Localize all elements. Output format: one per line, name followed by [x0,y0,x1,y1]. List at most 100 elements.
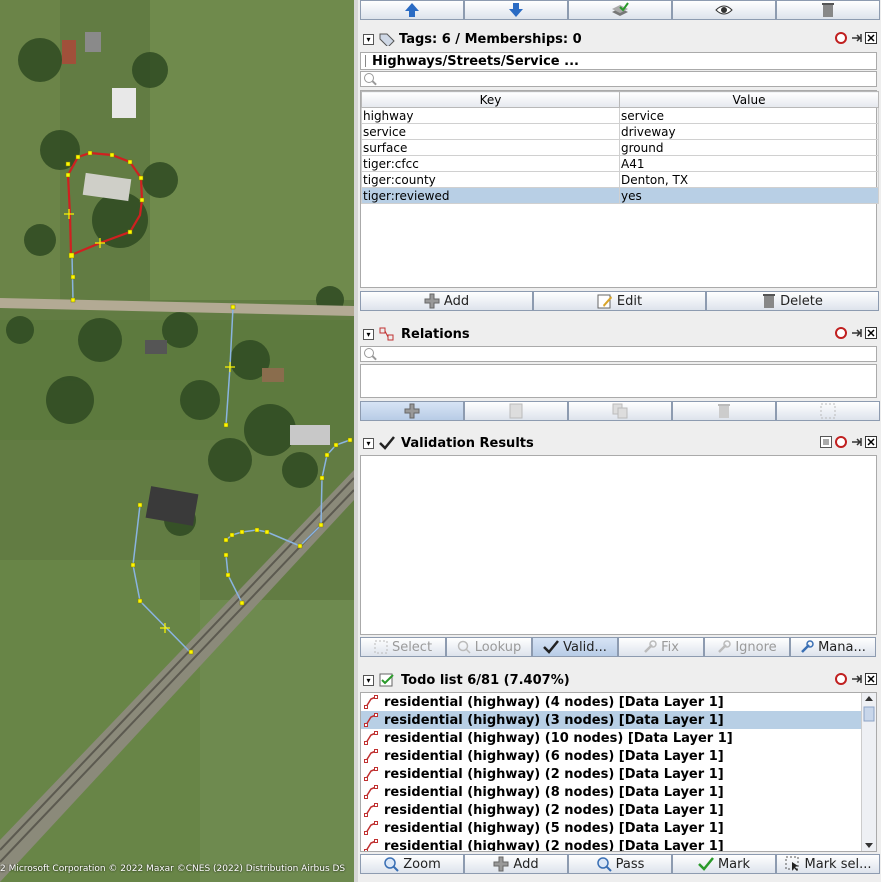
todo-mark-selected-button[interactable]: Mark sel... [776,854,880,874]
edit-tag-button[interactable]: Edit [533,291,706,311]
undock-icon[interactable] [850,673,862,685]
todo-panel-title: Todo list 6/81 (7.407%) [401,672,570,688]
collapse-icon[interactable]: ▾ [363,328,374,340]
help-icon[interactable] [835,327,847,339]
undock-icon[interactable] [850,32,862,44]
todo-item-label: residential (highway) (6 nodes) [Data La… [384,748,724,764]
move-down-button[interactable] [464,0,568,20]
tag-row[interactable]: highway service [361,107,879,124]
collapse-icon[interactable]: ▾ [363,674,374,686]
close-icon[interactable] [865,436,877,448]
tag-key[interactable]: service [361,123,620,140]
todo-list-item[interactable]: residential (highway) (3 nodes) [Data La… [361,711,863,729]
move-up-button[interactable] [360,0,464,20]
tag-key[interactable]: tiger:reviewed [361,187,620,204]
select-members-button[interactable] [776,401,880,421]
way-icon [364,749,378,763]
search-icon [364,348,374,358]
help-icon[interactable] [835,436,847,448]
validation-select-button[interactable]: Select [360,637,446,657]
tag-value[interactable]: Denton, TX [619,171,879,188]
todo-add-button[interactable]: Add [464,854,568,874]
close-icon[interactable] [865,673,877,685]
tag-table-area[interactable]: Key Value highway service service driveway s… [360,90,879,288]
relation-search-input[interactable] [360,346,877,362]
tag-key[interactable]: tiger:county [361,171,620,188]
tag-key[interactable]: highway [361,107,620,124]
tag-row[interactable]: service driveway [361,123,879,140]
satellite-imagery [0,0,354,882]
validation-lookup-label: Lookup [474,639,522,655]
tag-value[interactable]: A41 [619,155,879,172]
delete-relation-button[interactable] [672,401,776,421]
plus-icon [424,293,440,309]
tag-value[interactable]: yes [619,187,879,204]
todo-list-item[interactable]: residential (highway) (5 nodes) [Data La… [361,819,863,837]
todo-scrollbar[interactable] [861,693,876,851]
plus-icon [493,856,509,872]
todo-list[interactable]: residential (highway) (4 nodes) [Data La… [360,692,877,852]
validation-results-tree[interactable] [360,455,877,635]
todo-mark-button[interactable]: Mark [672,854,776,874]
validation-manage-label: Mana... [818,639,866,655]
tag-value[interactable]: driveway [619,123,879,140]
value-column-header[interactable]: Value [619,91,879,108]
todo-item-label: residential (highway) (5 nodes) [Data La… [384,820,724,836]
undock-icon[interactable] [850,436,862,448]
toggle-visibility-button[interactable] [672,0,776,20]
collapse-icon[interactable]: ▾ [363,33,374,45]
todo-zoom-label: Zoom [403,856,441,872]
wrench-icon [644,640,657,653]
duplicate-relation-button[interactable] [568,401,672,421]
tag-row[interactable]: tiger:county Denton, TX [361,171,879,188]
key-column-header[interactable]: Key [361,91,620,108]
delete-layer-button[interactable] [776,0,880,20]
relation-buttons [360,401,880,421]
relations-list[interactable] [360,364,877,398]
activate-layer-button[interactable] [568,0,672,20]
validation-panel-header: ▾ Validation Results [360,433,879,453]
map-view[interactable]: 2 Microsoft Corporation © 2022 Maxar ©CN… [0,0,354,882]
validation-fix-button[interactable]: Fix [618,637,704,657]
tag-value[interactable]: service [619,107,879,124]
tag-row[interactable]: surface ground [361,139,879,156]
panel-controls [835,327,877,339]
todo-list-item[interactable]: residential (highway) (2 nodes) [Data La… [361,837,863,851]
tag-row[interactable]: tiger:cfcc A41 [361,155,879,172]
todo-list-item[interactable]: residential (highway) (8 nodes) [Data La… [361,783,863,801]
tag-search-input[interactable] [360,71,877,87]
validation-lookup-button[interactable]: Lookup [446,637,532,657]
way-icon [364,767,378,781]
todo-zoom-button[interactable]: Zoom [360,854,464,874]
close-icon[interactable] [865,32,877,44]
edit-relation-button[interactable] [464,401,568,421]
tag-row[interactable]: tiger:reviewed yes [361,187,879,204]
tag-key[interactable]: surface [361,139,620,156]
todo-item-label: residential (highway) (10 nodes) [Data L… [384,730,733,746]
close-icon[interactable] [865,327,877,339]
panel-controls [835,673,877,685]
way-icon [364,803,378,817]
todo-list-item[interactable]: residential (highway) (4 nodes) [Data La… [361,693,863,711]
help-icon[interactable] [835,673,847,685]
preset-label-box[interactable]: Highways/Streets/Service ... [360,52,877,70]
add-tag-button[interactable]: Add [360,291,533,311]
validate-button[interactable]: Valid... [532,637,618,657]
validation-ignore-button[interactable]: Ignore [704,637,790,657]
todo-pass-label: Pass [615,856,645,872]
help-icon[interactable] [835,32,847,44]
todo-list-item[interactable]: residential (highway) (2 nodes) [Data La… [361,801,863,819]
todo-list-item[interactable]: residential (highway) (10 nodes) [Data L… [361,729,863,747]
add-relation-button[interactable] [360,401,464,421]
delete-tag-button[interactable]: Delete [706,291,879,311]
todo-pass-button[interactable]: Pass [568,854,672,874]
todo-list-item[interactable]: residential (highway) (6 nodes) [Data La… [361,747,863,765]
tag-value[interactable]: ground [619,139,879,156]
tag-key[interactable]: tiger:cfcc [361,155,620,172]
undock-icon[interactable] [850,327,862,339]
todo-list-item[interactable]: residential (highway) (2 nodes) [Data La… [361,765,863,783]
validation-manage-button[interactable]: Mana... [790,637,876,657]
delete-tag-label: Delete [780,293,823,309]
settings-icon[interactable] [820,436,832,448]
collapse-icon[interactable]: ▾ [363,437,374,449]
